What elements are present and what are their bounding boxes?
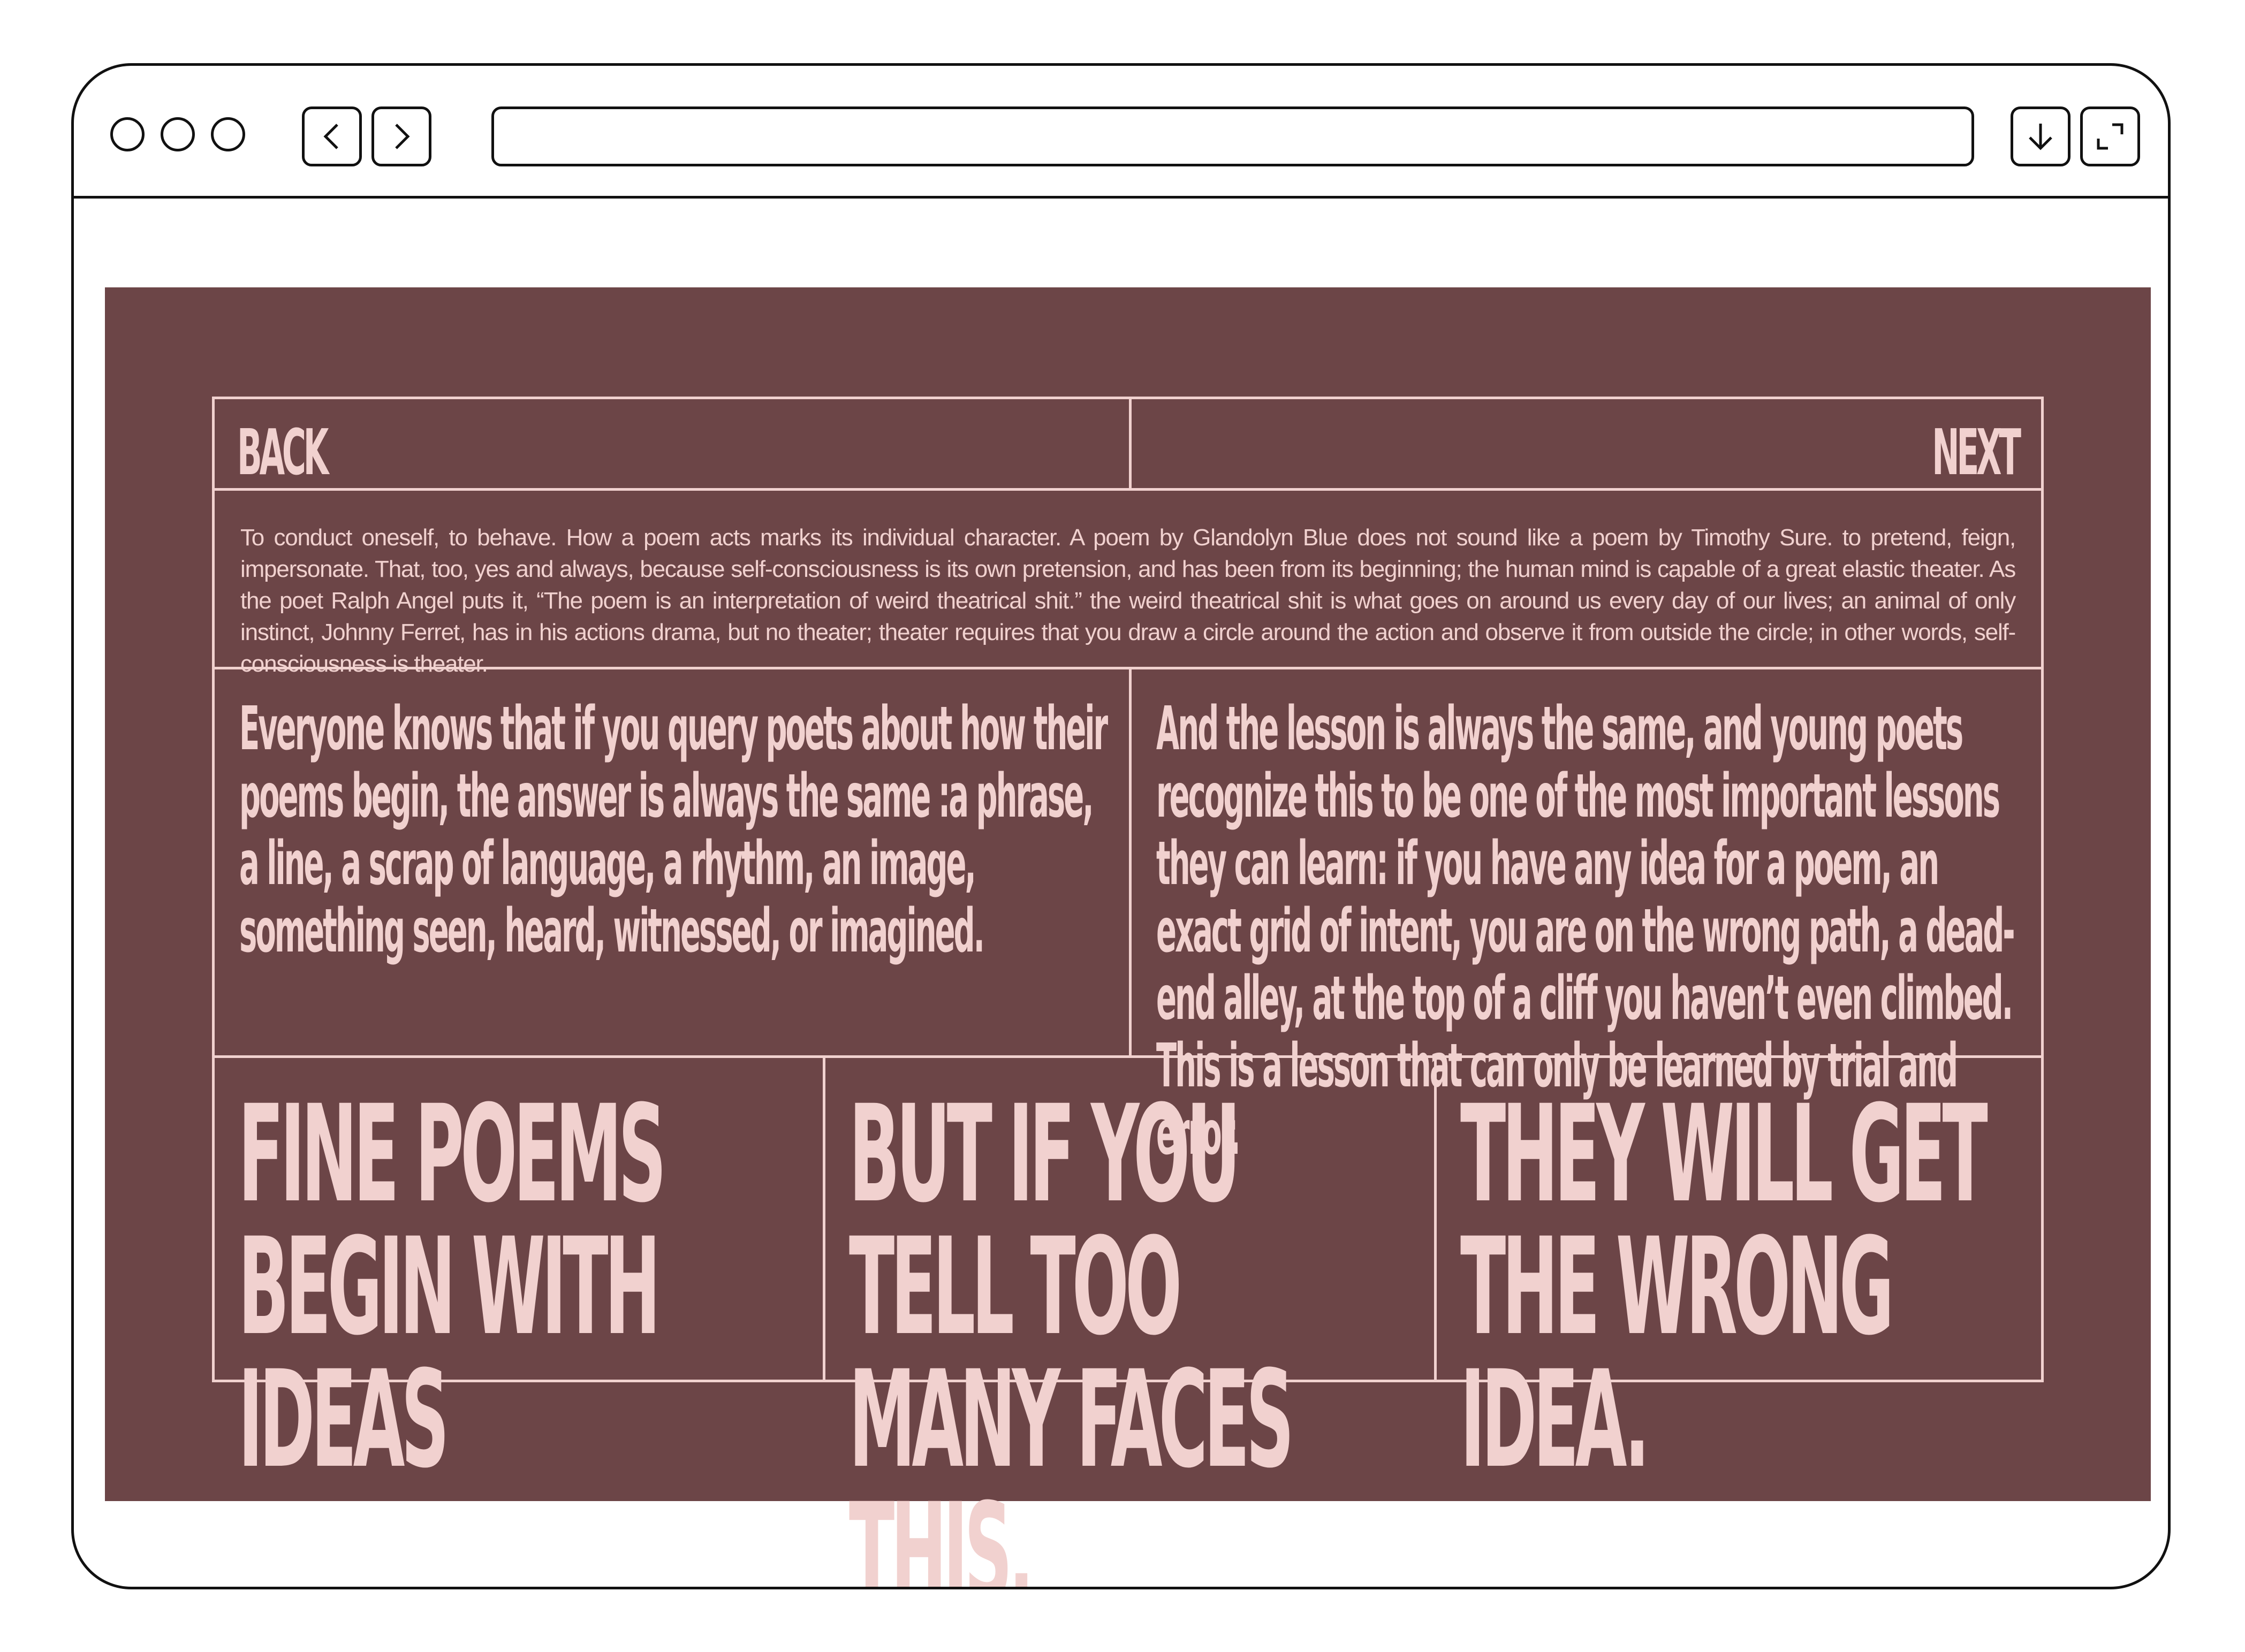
back-link[interactable]: BACK <box>237 421 329 484</box>
headline-cell: FINE POEMS BEGIN WITH IDEAS <box>215 1058 823 1487</box>
chevron-left-icon <box>323 124 338 149</box>
headline-cell: BUT IF YOU TELL TOO MANY FACES THIS, <box>825 1058 1434 1587</box>
browser-toolbar <box>74 66 2168 199</box>
headline-text: FINE POEMS BEGIN WITH IDEAS <box>238 1076 666 1497</box>
window-minimize-button[interactable] <box>161 117 195 151</box>
left-column-text: Everyone knows that if you query poets a… <box>239 694 1108 966</box>
headline-cell: THEY WILL GET THE WRONG IDEA. <box>1437 1058 2041 1487</box>
download-icon <box>2029 124 2052 150</box>
back-button[interactable] <box>302 106 362 166</box>
intro-cell: To conduct oneself, to behave. How a poe… <box>215 491 2041 677</box>
left-column-cell: Everyone knows that if you query poets a… <box>215 669 1129 1055</box>
next-link-cell[interactable]: NEXT <box>1132 399 2041 488</box>
next-link[interactable]: NEXT <box>1932 421 2021 484</box>
poster-grid: BACK NEXT To conduct oneself, to behave.… <box>212 397 2044 1587</box>
back-link-cell[interactable]: BACK <box>215 399 1129 488</box>
download-button[interactable] <box>2011 106 2070 166</box>
poem-poster: BACK NEXT To conduct oneself, to behave.… <box>105 287 2151 1587</box>
window-close-button[interactable] <box>110 117 145 151</box>
chevron-right-icon <box>395 124 410 149</box>
forward-button[interactable] <box>371 106 431 166</box>
expand-button[interactable] <box>2080 106 2140 166</box>
browser-window: BACK NEXT To conduct oneself, to behave.… <box>71 63 2171 1589</box>
expand-icon <box>2097 123 2123 150</box>
headline-text: BUT IF YOU TELL TOO MANY FACES THIS, <box>849 1076 1294 1589</box>
address-bar[interactable] <box>491 106 1974 166</box>
right-column-cell: And the lesson is always the same, and y… <box>1132 669 2041 1167</box>
headline-text: THEY WILL GET THE WRONG IDEA. <box>1460 1076 1988 1497</box>
intro-paragraph: To conduct oneself, to behave. How a poe… <box>240 524 2016 677</box>
window-maximize-button[interactable] <box>211 117 245 151</box>
